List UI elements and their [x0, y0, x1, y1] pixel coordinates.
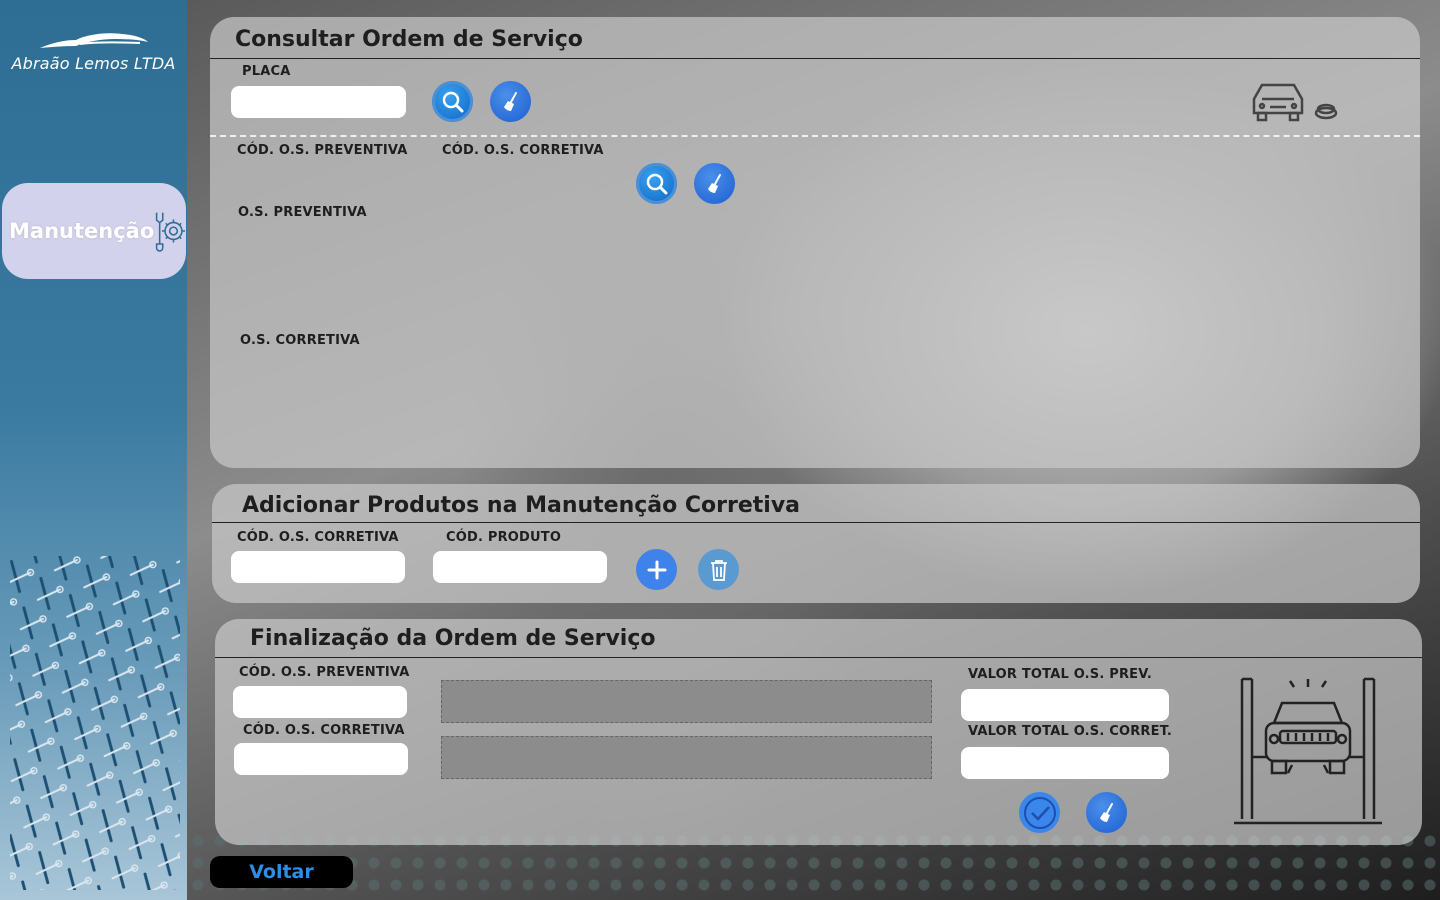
- cod-preventiva-input[interactable]: [233, 686, 407, 718]
- placa-input[interactable]: [231, 86, 406, 118]
- plus-icon: [647, 560, 666, 579]
- sidebar-item-label: Manutenção: [9, 219, 155, 243]
- placa-label: PLACA: [242, 64, 291, 79]
- cod-corretiva-label: CÓD. O.S. CORRETIVA: [442, 143, 604, 158]
- brand-name: Abraão Lemos LTDA: [11, 54, 176, 73]
- voltar-button[interactable]: Voltar: [210, 856, 353, 888]
- preventiva-summary-box: [441, 680, 932, 723]
- divider: [212, 522, 1420, 523]
- consultar-panel: Consultar Ordem de Serviço PLACA CÓD. O.…: [210, 17, 1420, 468]
- car-repair-icon: [1252, 83, 1338, 122]
- add-product-button[interactable]: [636, 549, 677, 590]
- divider: [215, 657, 1422, 658]
- valor-prev-label: VALOR TOTAL O.S. PREV.: [968, 667, 1152, 682]
- clear-placa-button[interactable]: [490, 81, 531, 122]
- brand: Abraão Lemos LTDA: [0, 30, 187, 73]
- car-silhouette-icon: [39, 33, 148, 48]
- search-placa-button[interactable]: [432, 81, 473, 122]
- valor-corret-input[interactable]: [961, 747, 1169, 779]
- os-preventiva-label: O.S. PREVENTIVA: [238, 205, 367, 220]
- trash-icon: [710, 559, 727, 581]
- cod-corretiva-input[interactable]: [231, 551, 405, 583]
- cod-preventiva-label: CÓD. O.S. PREVENTIVA: [239, 665, 410, 680]
- divider: [210, 58, 1420, 59]
- sidebar-item-manutencao[interactable]: Manutenção: [2, 183, 186, 279]
- finalizacao-panel: Finalização da Ordem de Serviço CÓD. O.S…: [215, 619, 1422, 845]
- adicionar-panel: Adicionar Produtos na Manutenção Correti…: [212, 484, 1420, 603]
- search-os-button[interactable]: [636, 163, 677, 204]
- delete-product-button[interactable]: [698, 549, 739, 590]
- broom-icon: [1099, 802, 1113, 822]
- consultar-title: Consultar Ordem de Serviço: [235, 27, 583, 52]
- tools-pattern-decoration: [10, 556, 180, 890]
- clear-finalizacao-button[interactable]: [1086, 792, 1127, 833]
- cod-preventiva-label: CÓD. O.S. PREVENTIVA: [237, 143, 408, 158]
- broom-icon: [707, 173, 721, 193]
- clear-os-button[interactable]: [694, 163, 735, 204]
- search-icon: [646, 173, 667, 194]
- os-corretiva-label: O.S. CORRETIVA: [240, 333, 360, 348]
- adicionar-title: Adicionar Produtos na Manutenção Correti…: [242, 493, 801, 518]
- section-divider: [210, 135, 1420, 137]
- sidebar: Abraão Lemos LTDA Manutenção: [0, 0, 187, 900]
- finalizacao-title: Finalização da Ordem de Serviço: [250, 626, 656, 651]
- wrench-gear-icon: [156, 212, 186, 252]
- cod-produto-label: CÓD. PRODUTO: [446, 530, 562, 545]
- cod-corretiva-label: CÓD. O.S. CORRETIVA: [237, 530, 399, 545]
- car-lift-icon: [1234, 677, 1382, 825]
- broom-icon: [503, 91, 517, 111]
- valor-prev-input[interactable]: [961, 689, 1169, 721]
- corretiva-summary-box: [441, 736, 932, 779]
- check-icon: [1023, 796, 1056, 829]
- cod-corretiva-label: CÓD. O.S. CORRETIVA: [243, 723, 405, 738]
- valor-corret-label: VALOR TOTAL O.S. CORRET.: [968, 724, 1172, 739]
- search-icon: [442, 91, 463, 112]
- confirm-button[interactable]: [1019, 792, 1060, 833]
- cod-corretiva-input[interactable]: [234, 743, 408, 775]
- cod-produto-input[interactable]: [433, 551, 607, 583]
